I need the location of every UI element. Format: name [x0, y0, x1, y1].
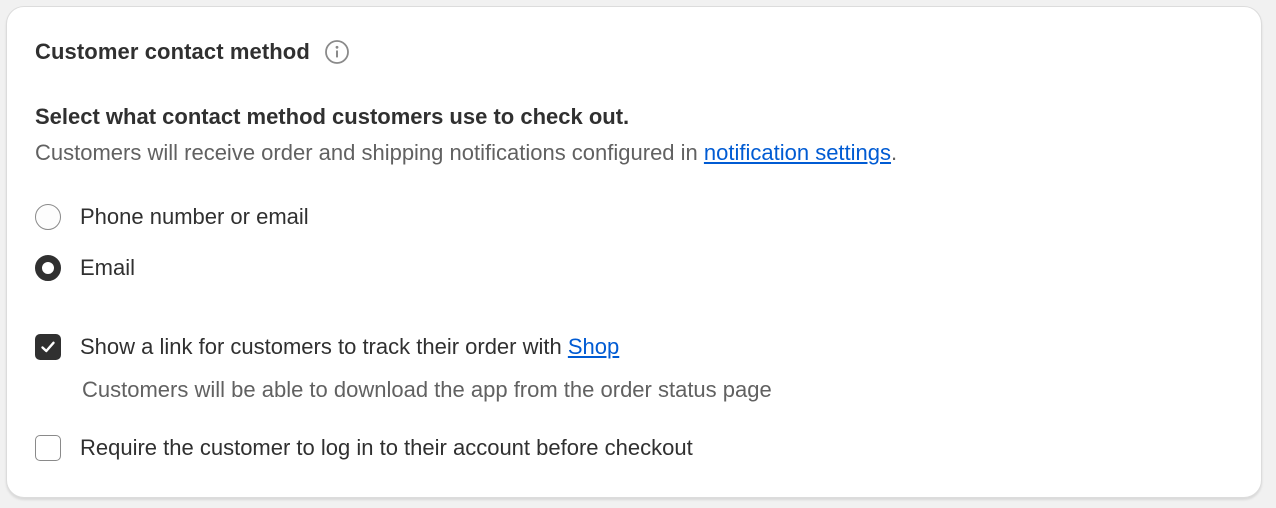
description-text: Customers will receive order and shippin…: [35, 140, 704, 165]
checkbox-shop-link[interactable]: [35, 334, 61, 360]
checkbox-option-require-login[interactable]: Require the customer to log in to their …: [35, 435, 693, 461]
description-end: .: [891, 140, 898, 165]
shop-link-label-text: Show a link for customers to track their…: [80, 334, 568, 359]
checkbox-require-login[interactable]: [35, 435, 61, 461]
contact-method-question: Select what contact method customers use…: [35, 104, 630, 129]
card-title: Customer contact method: [35, 39, 310, 64]
radio-email[interactable]: [35, 255, 61, 281]
shop-link-help-text: Customers will be able to download the a…: [82, 377, 772, 402]
radio-option-email[interactable]: Email: [35, 255, 135, 281]
checkmark-icon: [41, 341, 55, 353]
notification-settings-link[interactable]: notification settings: [704, 140, 891, 165]
radio-option-phone-or-email[interactable]: Phone number or email: [35, 204, 309, 230]
card-header: Customer contact method: [35, 39, 350, 65]
contact-method-description: Customers will receive order and shippin…: [35, 140, 897, 166]
checkbox-label-shop-link: Show a link for customers to track their…: [80, 334, 619, 360]
radio-phone-or-email[interactable]: [35, 204, 61, 230]
radio-label-email: Email: [80, 255, 136, 280]
contact-method-card: Customer contact method Select what cont…: [6, 6, 1262, 498]
checkbox-option-shop-link[interactable]: Show a link for customers to track their…: [35, 334, 619, 360]
shop-link[interactable]: Shop: [568, 334, 619, 359]
checkbox-label-require-login: Require the customer to log in to their …: [80, 435, 693, 460]
radio-label-phone-or-email: Phone number or email: [80, 204, 309, 229]
info-icon[interactable]: [324, 39, 350, 65]
